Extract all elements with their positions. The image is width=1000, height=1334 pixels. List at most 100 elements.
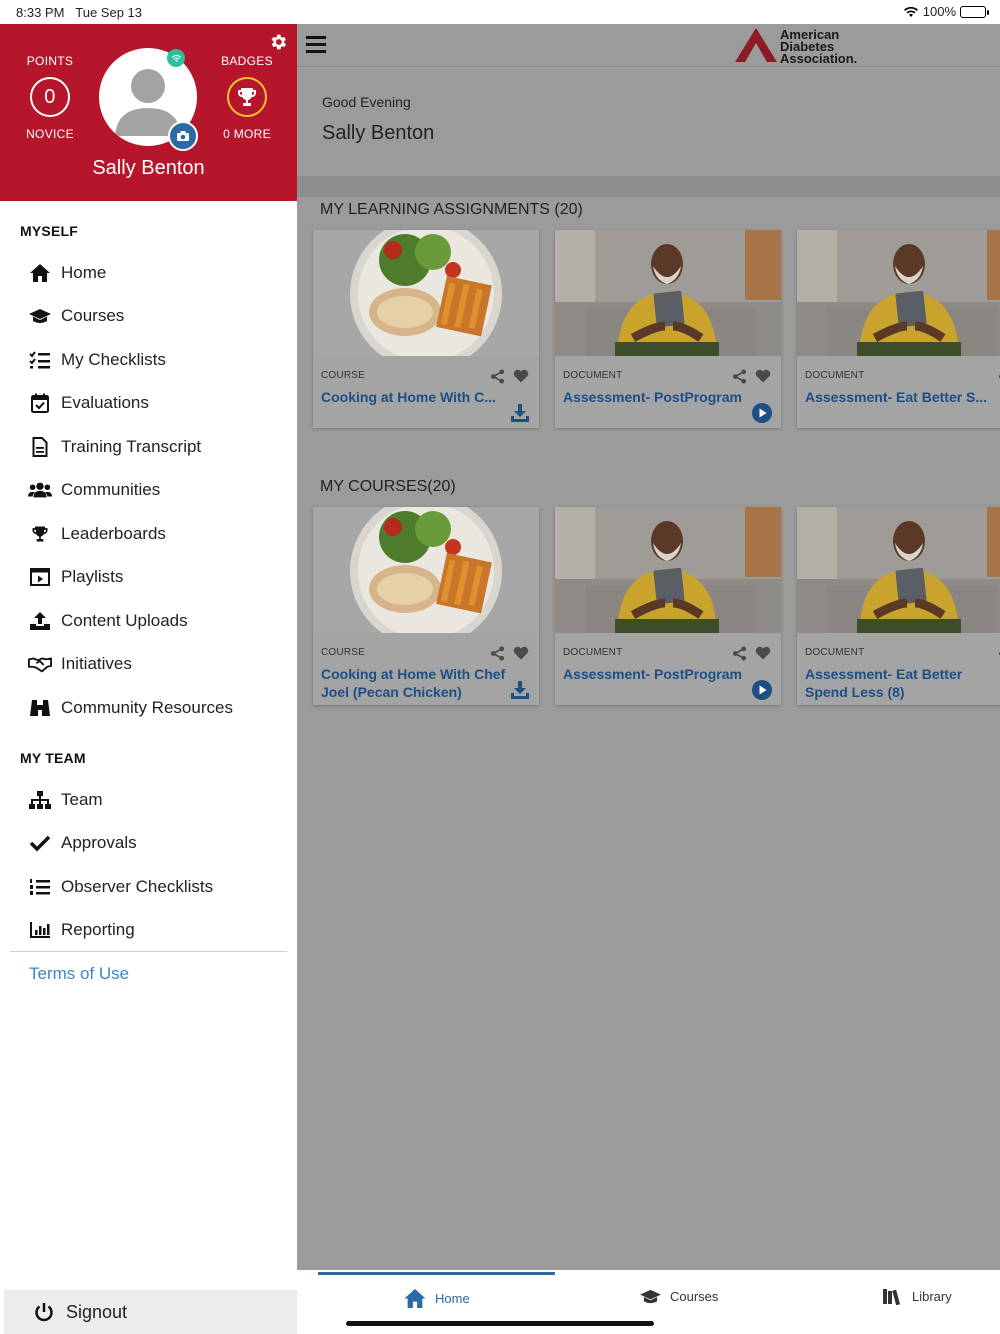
card-type: COURSE <box>321 370 365 381</box>
card-title[interactable]: Cooking at Home With C... <box>321 388 506 406</box>
badges-label: BADGES <box>221 54 273 68</box>
menu-item-reporting[interactable]: Reporting <box>0 909 297 953</box>
greeting-name: Sally Benton <box>322 122 435 144</box>
card-type: DOCUMENT <box>805 647 865 658</box>
salad-image <box>313 507 539 633</box>
assignments-title[interactable]: MY LEARNING ASSIGNMENTS (20) <box>320 201 583 219</box>
share-icon[interactable] <box>490 646 505 661</box>
points-block[interactable]: POINTS 0 NOVICE <box>10 54 90 141</box>
home-icon <box>28 262 52 284</box>
man-tablet-image <box>797 507 1000 633</box>
menu-item-approvals[interactable]: Approvals <box>0 822 297 866</box>
tab-label: Library <box>912 1289 952 1304</box>
assignment-card[interactable]: DOCUMENT Assessment- PostProgram <box>555 230 781 428</box>
menu-label: Approvals <box>61 833 137 853</box>
course-card[interactable]: COURSE Cooking at Home With Chef Joel (P… <box>313 507 539 705</box>
menu-item-team[interactable]: Team <box>0 778 297 822</box>
bar-chart-icon <box>28 919 52 941</box>
card-title[interactable]: Assessment- Eat Better S... <box>805 388 990 406</box>
menu-label: Leaderboards <box>61 523 166 543</box>
tab-label: Courses <box>670 1289 719 1304</box>
menu-item-leaderboards[interactable]: Leaderboards <box>0 512 297 556</box>
card-type: DOCUMENT <box>805 370 865 381</box>
menu-item-community-resources[interactable]: Community Resources <box>0 686 297 730</box>
menu-label: Playlists <box>61 567 124 587</box>
heart-icon[interactable] <box>755 369 771 383</box>
menu-label: Initiatives <box>61 654 132 674</box>
profile-name: Sally Benton <box>92 157 205 179</box>
assignment-card[interactable]: DOCUMENT Assessment- Eat Better S... <box>797 230 1000 428</box>
points-label: POINTS <box>26 54 74 68</box>
handshake-icon <box>28 653 52 675</box>
calendar-check-icon <box>28 392 52 414</box>
card-title[interactable]: Assessment- PostProgram <box>563 665 748 683</box>
share-icon[interactable] <box>732 646 747 661</box>
download-icon[interactable] <box>510 403 530 423</box>
menu-item-my-checklists[interactable]: My Checklists <box>0 338 297 382</box>
checkmark-icon <box>28 832 52 854</box>
course-card[interactable]: DOCUMENT Assessment- PostProgram <box>555 507 781 705</box>
courses-title[interactable]: MY COURSES(20) <box>320 478 456 496</box>
salad-image <box>313 230 539 356</box>
download-icon[interactable] <box>510 680 530 700</box>
menu-item-initiatives[interactable]: Initiatives <box>0 643 297 687</box>
tab-label: Home <box>435 1291 470 1306</box>
menu-label: Evaluations <box>61 393 149 413</box>
users-icon <box>28 479 52 501</box>
menu-label: Training Transcript <box>61 436 202 456</box>
side-drawer: POINTS 0 NOVICE BADGES 0 MORE Sally Bent… <box>0 24 297 1334</box>
menu-item-evaluations[interactable]: Evaluations <box>0 382 297 426</box>
share-icon[interactable] <box>732 369 747 384</box>
card-title[interactable]: Assessment- PostProgram <box>563 388 748 406</box>
terms-of-use-link[interactable]: Terms of Use <box>29 964 129 984</box>
signout-button[interactable]: Signout <box>4 1290 297 1334</box>
upload-icon <box>28 610 52 632</box>
document-icon <box>28 436 52 458</box>
menu-item-playlists[interactable]: Playlists <box>0 556 297 600</box>
menu-item-courses[interactable]: Courses <box>0 295 297 339</box>
menu-label: Observer Checklists <box>61 876 214 896</box>
heart-icon[interactable] <box>513 646 529 660</box>
section-header-my-team: MY TEAM <box>20 750 86 766</box>
assignment-card[interactable]: COURSE Cooking at Home With C... <box>313 230 539 428</box>
play-icon[interactable] <box>752 680 772 700</box>
camera-icon[interactable] <box>168 121 198 151</box>
section-header-myself: MYSELF <box>20 223 78 239</box>
card-title[interactable]: Cooking at Home With Chef Joel (Pecan Ch… <box>321 665 506 701</box>
menu-label: Communities <box>61 480 161 500</box>
tab-courses[interactable]: Courses <box>639 1288 718 1305</box>
menu-item-communities[interactable]: Communities <box>0 469 297 513</box>
top-bar: American Diabetes Association. <box>297 24 1000 67</box>
battery-percent: 100% <box>922 4 956 19</box>
share-icon[interactable] <box>490 369 505 384</box>
man-tablet-image <box>555 507 781 633</box>
menu-item-content-uploads[interactable]: Content Uploads <box>0 599 297 643</box>
battery-icon <box>960 5 989 18</box>
menu-item-observer-checklists[interactable]: Observer Checklists <box>0 865 297 909</box>
points-value: 0 <box>30 77 70 117</box>
play-icon[interactable] <box>752 403 772 423</box>
menu-item-home[interactable]: Home <box>0 251 297 295</box>
heart-icon[interactable] <box>755 646 771 660</box>
heart-icon[interactable] <box>513 369 529 383</box>
signout-label: Signout <box>66 1301 128 1322</box>
gear-icon[interactable] <box>268 32 288 52</box>
hamburger-menu-icon[interactable] <box>306 36 326 54</box>
menu-label: Team <box>61 789 103 809</box>
tab-library[interactable]: Library <box>882 1288 952 1305</box>
tab-home[interactable]: Home <box>403 1288 470 1309</box>
course-card[interactable]: DOCUMENT Assessment- Eat Better Spend Le… <box>797 507 1000 705</box>
card-title[interactable]: Assessment- Eat Better Spend Less (8) <box>805 665 990 701</box>
ada-logo: American Diabetes Association. <box>734 27 857 65</box>
level-label: NOVICE <box>26 127 74 141</box>
trophy-icon <box>28 523 52 545</box>
menu-item-training-transcript[interactable]: Training Transcript <box>0 425 297 469</box>
man-tablet-image <box>555 230 781 356</box>
badges-block[interactable]: BADGES 0 MORE <box>207 54 287 141</box>
man-tablet-image <box>797 230 1000 356</box>
graduation-cap-icon <box>28 305 52 327</box>
wifi-icon <box>903 6 918 17</box>
active-tab-indicator <box>318 1272 555 1275</box>
card-type: DOCUMENT <box>563 370 623 381</box>
home-icon <box>404 1289 426 1308</box>
